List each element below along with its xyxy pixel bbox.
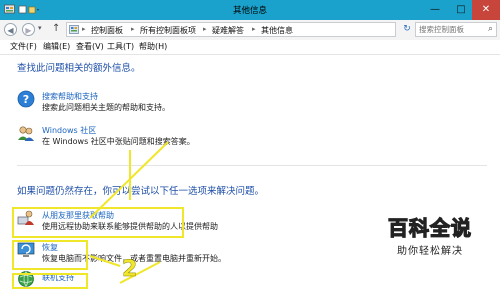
- breadcrumb-separator: ▸: [252, 25, 256, 33]
- item-description: 搜索此问题相关主题的帮助和支持。: [42, 103, 170, 112]
- help-question-icon: ?: [17, 90, 35, 108]
- up-button[interactable]: ↑: [52, 23, 60, 34]
- section-heading-try-options: 如果问题仍然存在，你可以尝试以下任一选项来解决问题。: [17, 186, 265, 197]
- watermark: 百科全说 助你轻松解决: [365, 212, 495, 257]
- forward-button[interactable]: ▶: [22, 23, 35, 36]
- section-heading-extra-info: 查找此问题相关的额外信息。: [17, 63, 141, 74]
- search-input[interactable]: [416, 23, 481, 35]
- menu-help[interactable]: 帮助(H): [139, 41, 167, 52]
- breadcrumb-separator: ▸: [131, 25, 135, 33]
- community-people-icon: [18, 126, 34, 141]
- breadcrumb-separator: ▸: [82, 25, 86, 33]
- recent-locations-chevron-icon[interactable]: ▾: [38, 24, 42, 32]
- menu-file[interactable]: 文件(F): [10, 41, 37, 52]
- refresh-button[interactable]: ↻: [400, 22, 414, 37]
- address-row: ◀ ▶ ▾ ↑ ▸ 控制面板 ▸ 所有控制面板项 ▸ 疑难解答 ▸ 其他信息 ▾…: [0, 20, 500, 40]
- divider: [17, 165, 487, 166]
- back-button[interactable]: ◀: [4, 23, 17, 36]
- breadcrumb-all-items[interactable]: 所有控制面板项: [140, 25, 196, 36]
- maximize-button[interactable]: □: [448, 0, 474, 20]
- highlight-box: [12, 207, 184, 238]
- menu-bar: 文件(F) 编辑(E) 查看(V) 工具(T) 帮助(H): [0, 40, 500, 55]
- breadcrumb-separator: ▸: [203, 25, 207, 33]
- highlight-box: [12, 240, 88, 270]
- menu-view[interactable]: 查看(V): [76, 41, 104, 52]
- search-icon[interactable]: ⌕: [488, 24, 493, 34]
- close-button[interactable]: ✕: [472, 0, 500, 20]
- svg-text:?: ?: [23, 93, 29, 106]
- watermark-brand: 百科全说: [387, 215, 472, 240]
- watermark-slogan: 助你轻松解决: [397, 246, 463, 257]
- minimize-button[interactable]: —: [422, 0, 448, 20]
- breadcrumb-control-panel[interactable]: 控制面板: [91, 25, 123, 36]
- breadcrumb-troubleshooting[interactable]: 疑难解答: [212, 25, 244, 36]
- breadcrumb-more-info[interactable]: 其他信息: [261, 25, 293, 36]
- link-windows-community[interactable]: Windows 社区: [42, 125, 96, 136]
- control-panel-icon: [69, 25, 79, 34]
- menu-edit[interactable]: 编辑(E): [43, 41, 70, 52]
- highlight-box: [12, 273, 88, 289]
- menu-tools[interactable]: 工具(T): [107, 41, 134, 52]
- title-bar: 其他信息 — □ ✕: [0, 0, 500, 20]
- item-description: 在 Windows 社区中张贴问题和搜索答案。: [42, 137, 195, 146]
- link-search-help-support[interactable]: 搜索帮助和支持: [42, 91, 98, 102]
- address-bar[interactable]: ▸ 控制面板 ▸ 所有控制面板项 ▸ 疑难解答 ▸ 其他信息 ▾: [66, 22, 457, 37]
- search-box[interactable]: ⌕: [415, 22, 497, 37]
